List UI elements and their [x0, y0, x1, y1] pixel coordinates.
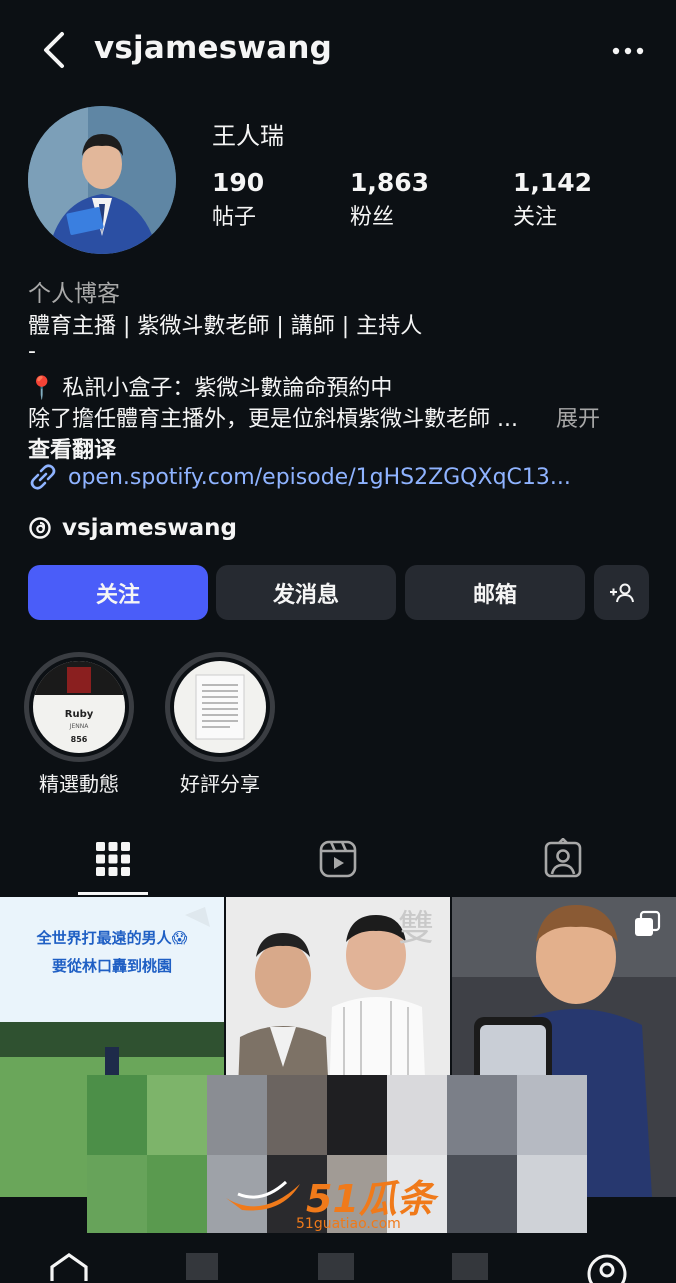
stat-label: 关注: [513, 205, 558, 230]
post-caption: 雙: [398, 908, 435, 949]
more-options-icon[interactable]: [608, 36, 648, 66]
threads-handle: vsjameswang: [62, 515, 237, 541]
suggest-users-button[interactable]: [594, 565, 649, 620]
watermark-text: 51瓜条: [306, 1177, 435, 1221]
post-caption: 要從林口轟到桃園: [51, 957, 172, 975]
threads-badge[interactable]: vsjameswang: [28, 515, 237, 541]
post-caption: 全世界打最遠的男人😱: [36, 929, 188, 947]
stat-following[interactable]: 1,142 关注: [513, 168, 592, 231]
highlight-cover: [174, 661, 266, 753]
stat-label: 帖子: [212, 205, 257, 230]
bio-link-text: open.spotify.com/episode/1gHS2ZGQXqC13..…: [68, 464, 571, 490]
grid-icon[interactable]: [92, 838, 134, 880]
bio-line: 除了擔任體育主播外，更是位斜槓紫微斗數老師 ...: [28, 407, 518, 432]
carousel-icon: [635, 910, 661, 936]
link-icon: [30, 464, 56, 490]
follow-button[interactable]: 关注: [28, 565, 208, 620]
stat-value: 190: [212, 168, 265, 197]
avatar[interactable]: [28, 106, 176, 254]
stat-posts[interactable]: 190 帖子: [212, 168, 264, 231]
story-highlight[interactable]: Ruby JENNA 856: [24, 652, 134, 762]
stat-followers[interactable]: 1,863 粉丝: [350, 168, 429, 231]
highlight-cover-text: JENNA: [69, 723, 89, 730]
highlight-label: 好評分享: [180, 772, 260, 796]
email-button[interactable]: 邮箱: [405, 565, 585, 620]
active-tab-indicator: [78, 892, 148, 895]
profile-username: vsjameswang: [94, 30, 332, 66]
bottom-navigation: [0, 1233, 676, 1283]
highlight-cover-text: 856: [70, 735, 88, 744]
watermark-url: 51guatiao.com: [296, 1216, 401, 1232]
highlight-cover-text: Ruby: [64, 709, 94, 720]
reels-nav-icon[interactable]: [318, 1253, 354, 1280]
shop-icon[interactable]: [452, 1253, 488, 1280]
profile-category: 个人博客: [28, 281, 120, 307]
message-button[interactable]: 发消息: [216, 565, 396, 620]
story-highlight[interactable]: [165, 652, 275, 762]
see-translation-link[interactable]: 查看翻译: [28, 432, 116, 464]
tagged-icon[interactable]: [542, 838, 584, 880]
back-icon[interactable]: [38, 28, 74, 72]
bio-line: 體育主播 | 紫微斗數老師 | 講師 | 主持人: [28, 314, 423, 339]
watermark-logo-icon: [226, 1180, 300, 1211]
watermark: 51瓜条 51guatiao.com: [222, 1168, 462, 1238]
display-name: 王人瑞: [212, 122, 284, 150]
profile-icon[interactable]: [586, 1253, 628, 1283]
home-icon[interactable]: [48, 1253, 90, 1283]
highlight-cover: Ruby JENNA 856: [33, 661, 125, 753]
search-icon[interactable]: [186, 1253, 218, 1280]
stat-value: 1,142: [513, 168, 593, 197]
bio-link[interactable]: open.spotify.com/episode/1gHS2ZGQXqC13..…: [28, 462, 571, 492]
threads-icon: [29, 517, 51, 539]
stat-value: 1,863: [350, 168, 430, 197]
stat-label: 粉丝: [350, 205, 395, 230]
bio-line: 📍 私訊小盒子：紫微斗數論命預約中: [28, 376, 393, 401]
reels-icon[interactable]: [317, 838, 359, 880]
bio-expand-link[interactable]: 展开: [556, 401, 600, 433]
highlight-label: 精選動態: [39, 772, 119, 796]
bio-line: -: [28, 339, 36, 364]
add-user-icon: [609, 583, 634, 602]
